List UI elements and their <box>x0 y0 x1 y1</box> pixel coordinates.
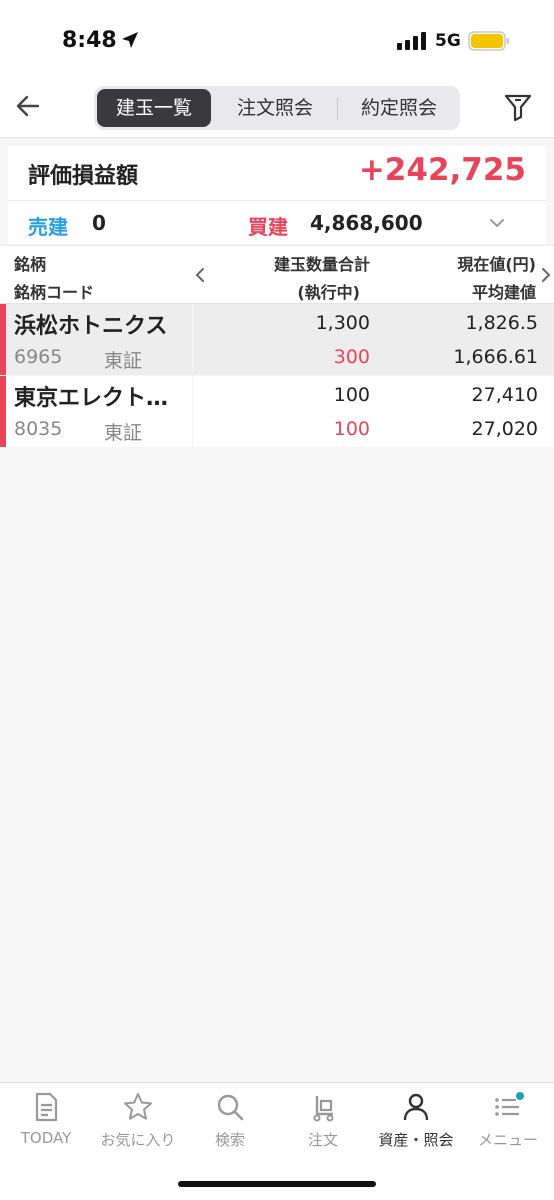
status-bar: 8:48 5G <box>0 0 554 80</box>
chevron-right-icon[interactable] <box>540 266 552 284</box>
menu-icon <box>495 1092 524 1116</box>
tab-execution-inquiry[interactable]: 約定照会 <box>342 89 456 127</box>
tab-label: メニュー <box>477 1131 538 1149</box>
tab-today[interactable]: TODAY <box>0 1091 92 1151</box>
header-avg-price: 平均建値 <box>471 283 536 302</box>
star-icon <box>124 1093 152 1120</box>
segment-divider <box>337 98 338 120</box>
table-row[interactable]: 浜松ホトニクス 6965 東証 1,300 300 1,826.5 1,666.… <box>0 304 554 375</box>
tab-positions[interactable]: 建玉一覧 <box>97 89 211 127</box>
symbol-code: 6965 <box>14 346 63 368</box>
row-symbol-cell: 東京エレクト… 8035 東証 <box>6 376 192 447</box>
sell-position-value: 0 <box>92 211 106 235</box>
tab-assets[interactable]: 資産・照会 <box>370 1091 462 1151</box>
chevron-left-icon[interactable] <box>194 266 206 284</box>
tab-label: 検索 <box>214 1131 245 1149</box>
row-values-cell: 1,300 300 1,826.5 1,666.61 <box>193 304 554 375</box>
tab-favorites[interactable]: お気に入り <box>92 1091 184 1151</box>
avg-price-value: 27,020 <box>471 418 538 440</box>
header-symbol-code: 銘柄コード <box>14 283 95 302</box>
cart-icon <box>313 1096 334 1122</box>
pl-summary: 評価損益額 +242,725 <box>8 146 546 200</box>
header-quantity: 建玉数量合計 <box>273 255 370 274</box>
symbol-name: 浜松ホトニクス <box>14 314 168 339</box>
segmented-control: 建玉一覧 注文照会 約定照会 <box>94 86 460 130</box>
search-icon <box>217 1094 244 1121</box>
symbol-name: 東京エレクト… <box>14 386 169 411</box>
market: 東証 <box>104 422 143 444</box>
pl-value: +242,725 <box>358 152 526 188</box>
executing-value: 300 <box>333 346 370 368</box>
location-arrow-icon <box>122 32 138 48</box>
sell-position-label: 売建 <box>28 215 68 239</box>
tab-label: 資産・照会 <box>378 1131 454 1149</box>
home-indicator[interactable] <box>178 1181 376 1187</box>
quantity-value: 1,300 <box>315 312 370 334</box>
nav-bar: 建玉一覧 注文照会 約定照会 <box>0 80 554 138</box>
current-price-value: 27,410 <box>471 384 538 406</box>
table-row[interactable]: 東京エレクト… 8035 東証 100 100 27,410 27,020 <box>0 376 554 447</box>
back-arrow-icon[interactable] <box>14 92 42 120</box>
person-icon <box>403 1093 429 1121</box>
row-symbol-cell: 浜松ホトニクス 6965 東証 <box>6 304 192 375</box>
filter-icon[interactable] <box>503 92 533 122</box>
header-symbol: 銘柄 <box>14 255 47 274</box>
current-price-value: 1,826.5 <box>465 312 538 334</box>
chevron-down-icon[interactable] <box>488 217 506 229</box>
tab-label: お気に入り <box>100 1131 176 1149</box>
long-short-summary[interactable]: 売建 0 買建 4,868,600 <box>8 200 546 244</box>
table-header: 銘柄 銘柄コード 建玉数量合計 (執行中) 現在値(円) 平均建値 <box>0 245 554 304</box>
tab-menu[interactable]: メニュー <box>462 1091 554 1151</box>
header-current-price: 現在値(円) <box>457 255 536 274</box>
tab-label: 注文 <box>307 1131 338 1149</box>
network-type: 5G <box>435 31 461 51</box>
buy-position-value: 4,868,600 <box>310 211 423 235</box>
pl-label: 評価損益額 <box>28 164 139 189</box>
symbol-code: 8035 <box>14 418 63 440</box>
tab-order[interactable]: 注文 <box>277 1091 369 1151</box>
row-values-cell: 100 100 27,410 27,020 <box>193 376 554 447</box>
battery-icon <box>468 31 509 51</box>
tab-label: TODAY <box>20 1129 72 1147</box>
executing-value: 100 <box>333 418 370 440</box>
document-icon <box>35 1092 58 1122</box>
cellular-signal-icon <box>397 32 426 50</box>
avg-price-value: 1,666.61 <box>453 346 538 368</box>
status-time: 8:48 <box>62 28 117 53</box>
buy-position-label: 買建 <box>248 215 288 239</box>
tab-order-inquiry[interactable]: 注文照会 <box>218 89 332 127</box>
tab-search[interactable]: 検索 <box>184 1091 276 1151</box>
quantity-value: 100 <box>333 384 370 406</box>
market: 東証 <box>104 350 143 372</box>
header-executing: (執行中) <box>297 283 360 302</box>
